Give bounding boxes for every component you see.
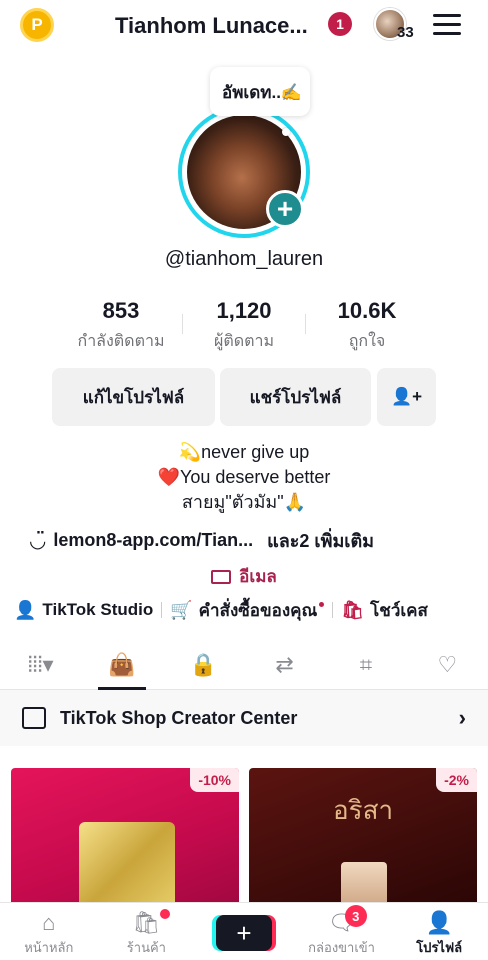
- divider: [332, 602, 334, 618]
- showcase-label: โชว์เคส: [370, 600, 428, 620]
- tab-favorites[interactable]: ⌗: [325, 640, 406, 689]
- stat-value: 853: [102, 298, 140, 323]
- nav-shop[interactable]: 🛍 ร้านค้า: [98, 903, 196, 960]
- person-icon: 👤: [425, 910, 453, 935]
- email-button[interactable]: อีเมล: [0, 563, 488, 590]
- product-card[interactable]: -10%: [11, 768, 239, 908]
- product-image: [79, 822, 175, 908]
- top-bar: P Tianhom Lunace... 1 33: [0, 0, 488, 52]
- stat-value: 1,120: [216, 298, 272, 323]
- stat-following[interactable]: 853 กำลังติดตาม: [60, 298, 182, 354]
- divider: [161, 602, 163, 618]
- nav-label: ร้านค้า: [126, 940, 166, 955]
- store-icon: [22, 707, 46, 729]
- stat-label: กำลังติดตาม: [77, 333, 165, 350]
- link-icon: ◡̈: [30, 530, 46, 552]
- bubble-dot: [282, 128, 290, 136]
- tab-videos[interactable]: ⦙⦙⦙▾: [0, 640, 81, 689]
- edit-profile-button[interactable]: แก้ไขโปรไฟล์: [52, 368, 215, 426]
- account-switcher-title[interactable]: Tianhom Lunace...: [115, 13, 308, 39]
- tab-shop[interactable]: 👜: [81, 640, 162, 690]
- profile-handle: @tianhom_lauren: [164, 248, 324, 270]
- nav-profile[interactable]: 👤 โปรไฟล์: [390, 903, 488, 960]
- bookmark-icon: ⌗: [359, 651, 373, 677]
- studio-label: TikTok Studio: [42, 600, 154, 619]
- shopping-bag-icon: 👜: [108, 651, 136, 677]
- stat-likes[interactable]: 10.6K ถูกใจ: [306, 298, 428, 354]
- shop-bag-icon: 🛍: [132, 910, 161, 935]
- add-story-button[interactable]: +: [266, 190, 304, 228]
- bio-link[interactable]: lemon8-app.com/Tian...: [53, 530, 253, 551]
- cart-icon: 🛒: [170, 599, 193, 620]
- stats-row: 853 กำลังติดตาม 1,120 ผู้ติดตาม 10.6K ถู…: [60, 298, 428, 354]
- stat-followers[interactable]: 1,120 ผู้ติดตาม: [183, 298, 305, 354]
- nav-label: โปรไฟล์: [416, 940, 463, 955]
- chevron-right-icon: ›: [458, 705, 466, 730]
- nav-home[interactable]: ⌂ หน้าหลัก: [0, 903, 98, 960]
- tab-liked[interactable]: ♡: [407, 640, 488, 689]
- more-links[interactable]: และ2 เพิ่มเติม: [267, 526, 374, 555]
- bottom-nav: ⌂ หน้าหลัก 🛍 ร้านค้า + 🗨 3 กล่องขาเข้า 👤…: [0, 902, 488, 960]
- notification-badge[interactable]: 1: [328, 12, 352, 36]
- bio-line: สายมู"ตัวมัม"🙏: [181, 492, 307, 512]
- tiktok-studio-link[interactable]: 👤 TikTok Studio: [14, 600, 153, 621]
- bag-icon: 🛍: [341, 599, 365, 620]
- grid-icon: ⦙⦙⦙▾: [27, 651, 54, 677]
- email-label: อีเมล: [239, 567, 277, 586]
- nav-label: หน้าหลัก: [24, 940, 74, 955]
- content-tabs: ⦙⦙⦙▾ 👜 🔒 ⇄ ⌗ ♡: [0, 640, 488, 690]
- nav-create[interactable]: +: [195, 903, 293, 960]
- banner-label: TikTok Shop Creator Center: [60, 707, 298, 728]
- repost-icon: ⇄: [275, 651, 294, 677]
- shop-dot: [159, 909, 170, 919]
- envelope-icon: [211, 569, 232, 584]
- stat-label: ผู้ติดตาม: [213, 333, 275, 350]
- bio-link-row[interactable]: ◡̈ lemon8-app.com/Tian... และ2 เพิ่มเติม: [30, 526, 470, 555]
- home-icon: ⌂: [42, 910, 56, 935]
- bio: 💫never give up ❤️You deserve better สายม…: [0, 440, 488, 515]
- discount-badge: -2%: [436, 768, 477, 792]
- showcase-link[interactable]: 🛍 โชว์เคส: [341, 597, 428, 624]
- account-count: 33: [397, 24, 414, 41]
- menu-icon[interactable]: [433, 14, 461, 36]
- stat-label: ถูกใจ: [348, 333, 386, 350]
- discount-badge: -10%: [190, 768, 239, 792]
- bio-line: ❤️You deserve better: [157, 467, 331, 487]
- heart-icon: ♡: [437, 651, 458, 677]
- shop-creator-center-banner[interactable]: TikTok Shop Creator Center ›: [0, 690, 488, 746]
- product-brand: อริสา: [333, 796, 394, 826]
- shortcuts-row: 👤 TikTok Studio 🛒 คำสั่งซื้อของคุณ 🛍 โชว…: [14, 596, 484, 624]
- product-card[interactable]: อริสา -2%: [249, 768, 477, 908]
- orders-link[interactable]: 🛒 คำสั่งซื้อของคุณ: [170, 597, 325, 624]
- orders-dot: [319, 601, 325, 607]
- stat-value: 10.6K: [337, 298, 397, 323]
- add-friend-button[interactable]: 👤+: [377, 368, 436, 426]
- studio-icon: 👤: [14, 599, 37, 620]
- create-button[interactable]: +: [215, 915, 272, 951]
- nav-label: กล่องขาเข้า: [308, 940, 375, 955]
- add-friend-icon: 👤+: [390, 387, 423, 406]
- bio-line: 💫never give up: [178, 442, 310, 462]
- status-update-bubble[interactable]: อัพเดท..✍️: [210, 67, 311, 116]
- tab-private[interactable]: 🔒: [163, 640, 244, 689]
- share-profile-button[interactable]: แชร์โปรไฟล์: [220, 368, 371, 426]
- nav-inbox[interactable]: 🗨 3 กล่องขาเข้า: [293, 903, 391, 960]
- inbox-badge: 3: [344, 905, 367, 927]
- tab-reposts[interactable]: ⇄: [244, 640, 325, 689]
- coin-icon[interactable]: P: [20, 8, 54, 42]
- orders-label: คำสั่งซื้อของคุณ: [198, 600, 318, 620]
- lock-icon: 🔒: [189, 651, 218, 677]
